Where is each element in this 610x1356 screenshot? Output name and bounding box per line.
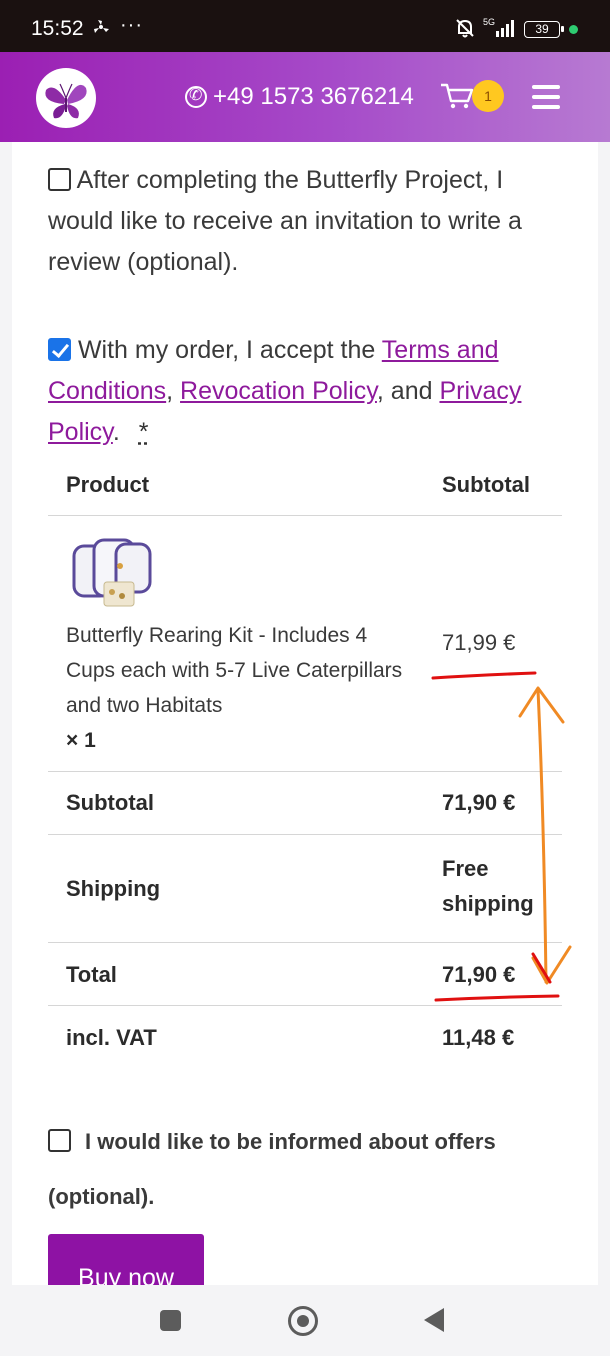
clock: 15:52 <box>31 17 84 40</box>
terms-and: , and <box>376 377 433 405</box>
battery-icon: 39 <box>524 21 564 38</box>
offers-opt-in-label: I would like to be informed about offers… <box>48 1129 496 1209</box>
checkout-content: After completing the Butterfly Project, … <box>12 142 598 1285</box>
divider <box>48 834 562 835</box>
divider <box>48 515 562 516</box>
recents-icon[interactable] <box>160 1310 181 1331</box>
terms-end: . <box>112 418 120 446</box>
home-icon[interactable] <box>288 1306 318 1336</box>
network-type: 5G <box>483 17 496 27</box>
review-opt-in-checkbox[interactable] <box>48 168 71 191</box>
divider <box>48 771 562 772</box>
status-bar: 15:52 ··· 5G 39 <box>0 0 610 52</box>
table-header-subtotal: Subtotal <box>442 472 530 497</box>
product-qty: × 1 <box>66 729 96 752</box>
site-header: +49 1573 3676214 1 <box>0 52 610 142</box>
menu-icon[interactable] <box>532 85 560 109</box>
butterfly-logo-icon[interactable] <box>36 68 96 128</box>
mute-bell-icon <box>456 19 474 38</box>
review-opt-in[interactable]: After completing the Butterfly Project, … <box>48 160 548 283</box>
total-label: Total <box>66 962 117 987</box>
more-notifications: ··· <box>120 14 143 36</box>
phone-number: +49 1573 3676214 <box>213 83 414 110</box>
divider <box>48 1005 562 1006</box>
phone-link[interactable]: +49 1573 3676214 <box>185 83 414 111</box>
vat-value: 11,48 € <box>442 1025 515 1050</box>
terms-acceptance: With my order, I accept the Terms and Co… <box>48 330 558 453</box>
terms-checkbox[interactable] <box>48 338 71 361</box>
fan-icon <box>94 20 109 33</box>
terms-prefix: With my order, I accept the <box>77 336 376 364</box>
offers-opt-in[interactable]: I would like to be informed about offers… <box>48 1114 568 1224</box>
required-mark: * <box>138 418 149 446</box>
terms-sep: , <box>166 377 174 405</box>
shipping-label: Shipping <box>66 876 161 901</box>
buy-now-button[interactable]: Buy now <box>48 1234 204 1285</box>
divider <box>48 942 562 943</box>
subtotal-label: Subtotal <box>66 790 154 815</box>
product-image[interactable] <box>68 536 156 612</box>
shipping-value: Free shipping <box>442 856 534 916</box>
table-header-product: Product <box>66 472 150 497</box>
product-name: Butterfly Rearing Kit - Includes 4 Cups … <box>66 618 406 758</box>
system-nav-bar <box>0 1285 610 1356</box>
cart-count-badge[interactable]: 1 <box>472 80 504 112</box>
back-icon[interactable] <box>424 1308 444 1332</box>
offers-opt-in-checkbox[interactable] <box>48 1129 71 1152</box>
signal-icon <box>496 20 514 37</box>
phone-icon <box>185 85 207 108</box>
revocation-policy-link[interactable]: Revocation Policy <box>180 377 377 405</box>
review-opt-in-label: After completing the Butterfly Project, … <box>48 166 522 276</box>
cart-icon[interactable] <box>440 82 474 110</box>
total-value: 71,90 € <box>442 962 516 987</box>
privacy-indicator-dot <box>569 25 578 34</box>
subtotal-value: 71,90 € <box>442 790 516 815</box>
product-name-text: Butterfly Rearing Kit - Includes 4 Cups … <box>66 624 403 717</box>
product-price: 71,99 € <box>442 630 516 655</box>
vat-label: incl. VAT <box>66 1025 157 1050</box>
